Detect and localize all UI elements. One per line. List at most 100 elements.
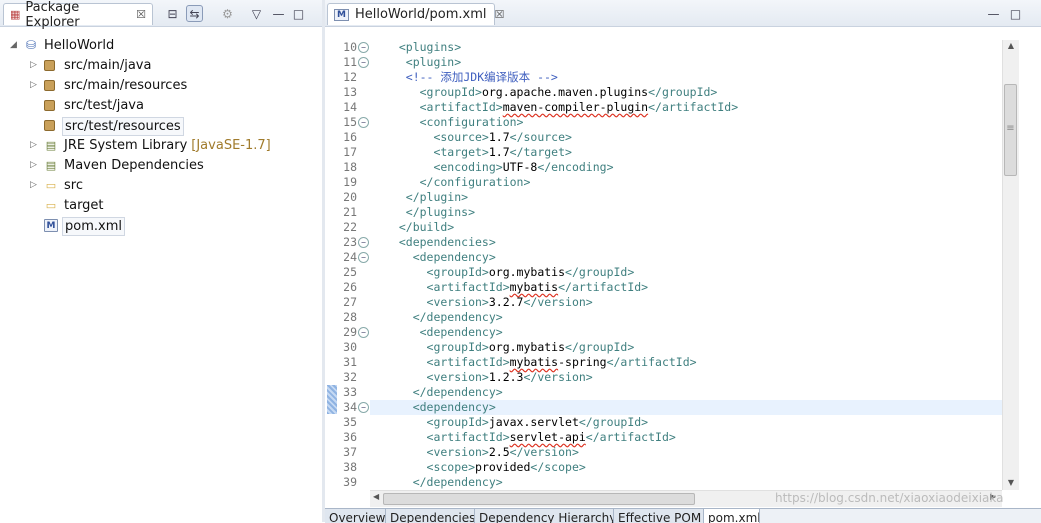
link-with-editor-icon[interactable]: ⇆	[186, 5, 203, 22]
collapsed-twisty-icon[interactable]: ▷	[30, 160, 37, 170]
tree-item[interactable]: src/test/resources	[0, 116, 322, 136]
code-line[interactable]: </dependency>	[385, 475, 1002, 490]
line-number-text: 23	[343, 235, 357, 249]
collapsed-twisty-icon[interactable]: ▷	[30, 60, 37, 70]
line-number-text: 33	[343, 385, 357, 399]
expanded-twisty-icon[interactable]: ◢	[10, 40, 17, 50]
code-line[interactable]: <encoding>UTF-8</encoding>	[385, 160, 1002, 175]
line-number: 10−	[337, 40, 370, 55]
code-line[interactable]: <version>2.5</version>	[385, 445, 1002, 460]
tab-effective-pom[interactable]: Effective POM	[614, 509, 704, 523]
scroll-down-icon[interactable]: ▼	[1003, 478, 1019, 487]
code-line[interactable]: <dependencies>	[385, 235, 1002, 250]
code-line[interactable]: <artifactId>mybatis-spring</artifactId>	[385, 355, 1002, 370]
tree-item[interactable]: ▷ ▭ src	[0, 176, 322, 196]
tree-item[interactable]: ▷ src/main/resources	[0, 76, 322, 96]
fold-collapse-icon[interactable]: −	[358, 252, 369, 263]
maximize-icon[interactable]: □	[1007, 5, 1024, 22]
line-number-text: 30	[343, 340, 357, 354]
code-line[interactable]: <scope>provided</scope>	[385, 460, 1002, 475]
tab-package-explorer[interactable]: ▦ Package Explorer ☒	[3, 0, 153, 30]
xml-text-token: provided	[475, 460, 531, 474]
code-line[interactable]: <dependency>	[385, 400, 1002, 415]
tab-pom-xml[interactable]: M HelloWorld/pom.xml ☒	[327, 3, 504, 25]
code-line[interactable]: </configuration>	[385, 175, 1002, 190]
code-line[interactable]: <plugins>	[385, 40, 1002, 55]
collapse-all-icon[interactable]: ⊟	[164, 5, 181, 22]
tree-item[interactable]: src/test/java	[0, 96, 322, 116]
scroll-up-icon[interactable]: ▲	[1003, 41, 1019, 50]
fold-collapse-icon[interactable]: −	[358, 42, 369, 53]
collapsed-twisty-icon[interactable]: ▷	[30, 80, 37, 90]
tree-item-label: HelloWorld	[42, 37, 116, 54]
xml-tag-token: </artifactId>	[558, 280, 649, 294]
tree-item[interactable]: ◢ ⛁ HelloWorld	[0, 36, 322, 56]
fold-collapse-icon[interactable]: −	[358, 57, 369, 68]
horizontal-scroll-thumb[interactable]	[383, 493, 695, 505]
code-line[interactable]: <groupId>javax.servlet</groupId>	[385, 415, 1002, 430]
view-menu-chevron-down-icon[interactable]: ▽	[248, 5, 265, 22]
filter-icon[interactable]: ⚙	[219, 5, 236, 22]
line-number-text: 14	[343, 100, 357, 114]
fold-collapse-icon[interactable]: −	[358, 327, 369, 338]
code-line[interactable]: </dependency>	[385, 310, 1002, 325]
line-number-text: 20	[343, 190, 357, 204]
code-line[interactable]: <version>3.2.7</version>	[385, 295, 1002, 310]
code-line[interactable]: <!-- 添加JDK编译版本 -->	[385, 70, 1002, 85]
line-number-text: 16	[343, 130, 357, 144]
fold-collapse-icon[interactable]: −	[358, 237, 369, 248]
change-marker[interactable]	[327, 385, 337, 414]
code-line[interactable]: </plugin>	[385, 190, 1002, 205]
code-line[interactable]: <configuration>	[385, 115, 1002, 130]
code-line[interactable]: <dependency>	[385, 250, 1002, 265]
line-number: 24−	[337, 250, 370, 265]
close-icon[interactable]: ☒	[495, 8, 505, 21]
code-line[interactable]: <version>1.2.3</version>	[385, 370, 1002, 385]
line-number: 22	[337, 220, 370, 235]
line-number: 23−	[337, 235, 370, 250]
xml-text-token: 1.2.3	[488, 370, 524, 384]
tree-item-decoration: [JavaSE-1.7]	[191, 138, 271, 153]
xml-file-icon: M	[44, 219, 58, 232]
line-number: 38	[337, 460, 370, 475]
code-line[interactable]: <target>1.7</target>	[385, 145, 1002, 160]
line-number: 19	[337, 175, 370, 190]
tree-item[interactable]: Mpom.xml	[0, 216, 322, 236]
code-line[interactable]: </plugins>	[385, 205, 1002, 220]
xml-text-token: org.mybatis	[488, 265, 566, 279]
tab-pom-xml[interactable]: pom.xml	[704, 509, 760, 523]
minimize-icon[interactable]: —	[270, 5, 287, 22]
minimize-icon[interactable]: —	[985, 5, 1002, 22]
collapsed-twisty-icon[interactable]: ▷	[30, 180, 37, 190]
code-line[interactable]: <artifactId>servlet-api</artifactId>	[385, 430, 1002, 445]
tree-item[interactable]: ▭ target	[0, 196, 322, 216]
vertical-scroll-thumb[interactable]: ≡	[1004, 84, 1017, 176]
code-line[interactable]: <plugin>	[385, 55, 1002, 70]
tree-item[interactable]: ▷ ▤ Maven Dependencies	[0, 156, 322, 176]
maximize-icon[interactable]: □	[290, 5, 307, 22]
code-line[interactable]: <dependency>	[385, 325, 1002, 340]
fold-collapse-icon[interactable]: −	[358, 117, 369, 128]
tab-dependency-hierarchy[interactable]: Dependency Hierarchy	[475, 509, 614, 523]
code-line[interactable]: </build>	[385, 220, 1002, 235]
xml-source-editor[interactable]: 10− <plugins> 11− <plugin> 12 <!-- 添加JDK编译…	[325, 40, 1002, 490]
tree-item[interactable]: ▷ src/main/java	[0, 56, 322, 76]
code-line[interactable]: <artifactId>mybatis</artifactId>	[385, 280, 1002, 295]
code-line[interactable]: </dependency>	[385, 385, 1002, 400]
vertical-scrollbar[interactable]: ▲ ≡ ▼	[1002, 40, 1019, 490]
fold-collapse-icon[interactable]: −	[358, 402, 369, 413]
tab-overview[interactable]: Overview	[325, 509, 386, 523]
scroll-left-icon[interactable]: ◀	[373, 492, 379, 501]
close-icon[interactable]: ☒	[136, 8, 146, 21]
collapsed-twisty-icon[interactable]: ▷	[30, 140, 37, 150]
annotation-ruler[interactable]	[325, 40, 337, 490]
code-line[interactable]: <groupId>org.apache.maven.plugins</group…	[385, 85, 1002, 100]
code-line[interactable]: <artifactId>maven-compiler-plugin</artif…	[385, 100, 1002, 115]
tree-item-label: src/main/java	[62, 57, 153, 74]
xml-text-token: mybatis	[509, 355, 559, 369]
code-line[interactable]: <source>1.7</source>	[385, 130, 1002, 145]
tab-dependencies[interactable]: Dependencies	[386, 509, 475, 523]
tree-item[interactable]: ▷ ▤ JRE System Library [JavaSE-1.7]	[0, 136, 322, 156]
code-line[interactable]: <groupId>org.mybatis</groupId>	[385, 265, 1002, 280]
code-line[interactable]: <groupId>org.mybatis</groupId>	[385, 340, 1002, 355]
